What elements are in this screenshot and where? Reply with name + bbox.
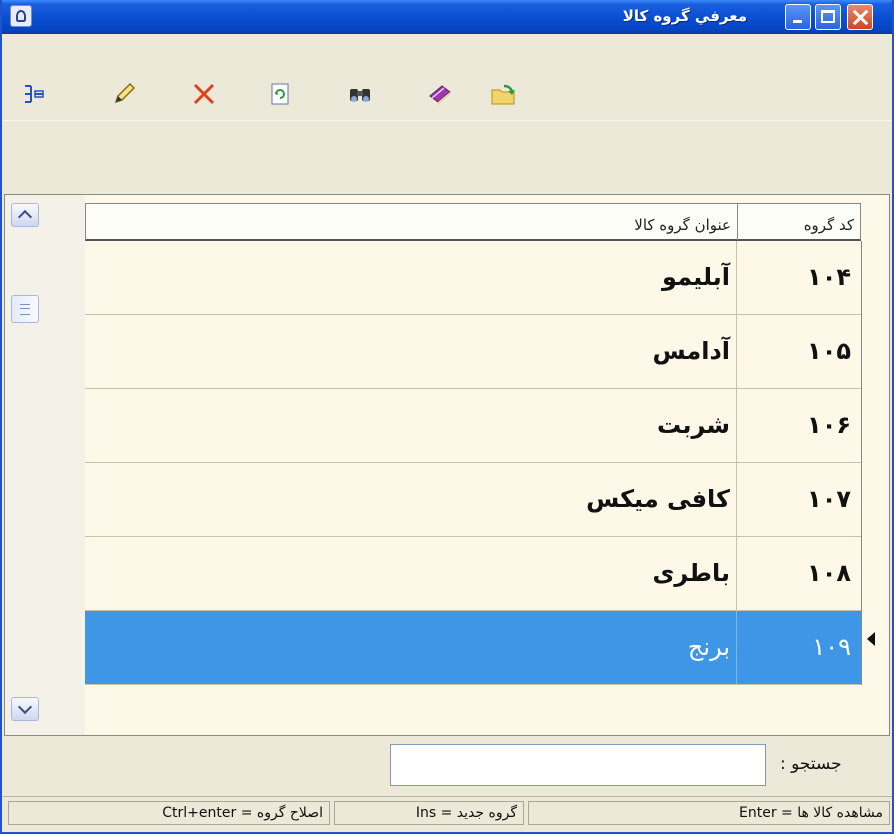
- status-bar: مشاهده کالا ها = Enter گروه جدید = Ins ا…: [2, 796, 892, 831]
- pencil-edit-icon[interactable]: [110, 80, 138, 108]
- search-bar: جستجو :: [2, 738, 892, 794]
- cell-group-code[interactable]: ۱۰۶: [737, 389, 861, 462]
- data-grid: عنوان گروه کالا کد گروه آبلیمو ۱۰۴ آدامس…: [4, 194, 890, 736]
- refresh-icon[interactable]: [266, 80, 294, 108]
- cell-group-code[interactable]: ۱۰۷: [737, 463, 861, 536]
- close-button[interactable]: [847, 4, 873, 30]
- grid-header: عنوان گروه کالا کد گروه: [85, 203, 861, 241]
- cell-group-name[interactable]: باطری: [85, 537, 737, 610]
- current-row-arrow-icon: [867, 632, 875, 646]
- scroll-up-button[interactable]: [11, 203, 39, 227]
- status-new-group: گروه جدید = Ins: [334, 801, 524, 825]
- table-row[interactable]: باطری ۱۰۸: [85, 537, 861, 611]
- row-indicator-column: [861, 241, 889, 685]
- column-header-name[interactable]: عنوان گروه کالا: [86, 204, 738, 240]
- filter-pane: [2, 120, 892, 193]
- toolbar: [2, 68, 892, 120]
- main-window: معرفي گروه كالا عنوان گروه کالا کد گروه …: [0, 0, 894, 834]
- table-row[interactable]: آدامس ۱۰۵: [85, 315, 861, 389]
- column-header-code[interactable]: کد گروه: [738, 204, 860, 240]
- delete-x-icon[interactable]: [190, 80, 218, 108]
- search-input[interactable]: [390, 744, 766, 786]
- cell-group-name[interactable]: برنج: [85, 611, 737, 684]
- cell-group-code[interactable]: ۱۰۹: [737, 611, 861, 684]
- cell-group-name[interactable]: آبلیمو: [85, 241, 737, 314]
- table-row[interactable]: شربت ۱۰۶: [85, 389, 861, 463]
- scroll-thumb[interactable]: [11, 295, 39, 323]
- app-icon[interactable]: [10, 5, 32, 27]
- cell-group-name[interactable]: آدامس: [85, 315, 737, 388]
- minimize-button[interactable]: [785, 4, 811, 30]
- search-label: جستجو :: [780, 754, 842, 774]
- table-row-selected[interactable]: برنج ۱۰۹: [85, 611, 861, 685]
- tree-structure-icon[interactable]: [20, 80, 48, 108]
- vertical-scrollbar[interactable]: [5, 195, 85, 735]
- cell-group-code[interactable]: ۱۰۸: [737, 537, 861, 610]
- cell-group-code[interactable]: ۱۰۴: [737, 241, 861, 314]
- maximize-button[interactable]: [815, 4, 841, 30]
- binoculars-find-icon[interactable]: [346, 80, 374, 108]
- title-bar[interactable]: معرفي گروه كالا: [2, 0, 892, 34]
- cell-group-name[interactable]: کافی میکس: [85, 463, 737, 536]
- window-title: معرفي گروه كالا: [622, 7, 747, 25]
- table-row[interactable]: کافی میکس ۱۰۷: [85, 463, 861, 537]
- folder-export-icon[interactable]: [490, 80, 518, 108]
- table-row[interactable]: آبلیمو ۱۰۴: [85, 241, 861, 315]
- cell-group-name[interactable]: شربت: [85, 389, 737, 462]
- cell-group-code[interactable]: ۱۰۵: [737, 315, 861, 388]
- status-view-items: مشاهده کالا ها = Enter: [528, 801, 890, 825]
- scroll-down-button[interactable]: [11, 697, 39, 721]
- book-icon[interactable]: [426, 80, 454, 108]
- grid-rows: آبلیمو ۱۰۴ آدامس ۱۰۵ شربت ۱۰۶ کافی میکس …: [85, 241, 861, 685]
- status-edit-group: اصلاح گروه = Ctrl+enter: [8, 801, 330, 825]
